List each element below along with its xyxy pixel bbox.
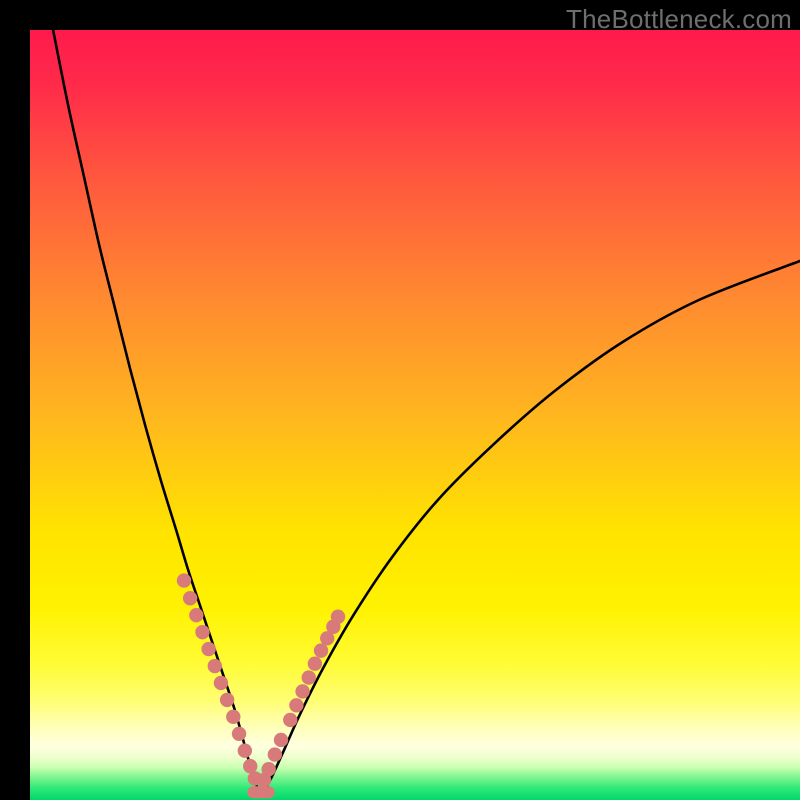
dot xyxy=(177,573,191,587)
dot xyxy=(189,608,203,622)
dot xyxy=(314,643,328,657)
dot xyxy=(308,657,322,671)
dot xyxy=(208,659,222,673)
dot xyxy=(195,625,209,639)
chart-svg xyxy=(30,30,800,800)
chart-frame: TheBottleneck.com xyxy=(0,0,800,800)
gradient-background xyxy=(30,30,800,800)
dot xyxy=(283,713,297,727)
plot-area xyxy=(30,30,800,800)
dot xyxy=(274,733,288,747)
dot xyxy=(262,762,276,776)
dot xyxy=(183,591,197,605)
dot xyxy=(243,759,257,773)
dot xyxy=(226,710,240,724)
dot xyxy=(302,670,316,684)
dot xyxy=(268,747,282,761)
dot xyxy=(331,610,345,624)
dot xyxy=(201,642,215,656)
dot xyxy=(232,727,246,741)
dot xyxy=(220,693,234,707)
dot xyxy=(214,676,228,690)
dot xyxy=(295,684,309,698)
dot xyxy=(238,744,252,758)
dot xyxy=(289,698,303,712)
